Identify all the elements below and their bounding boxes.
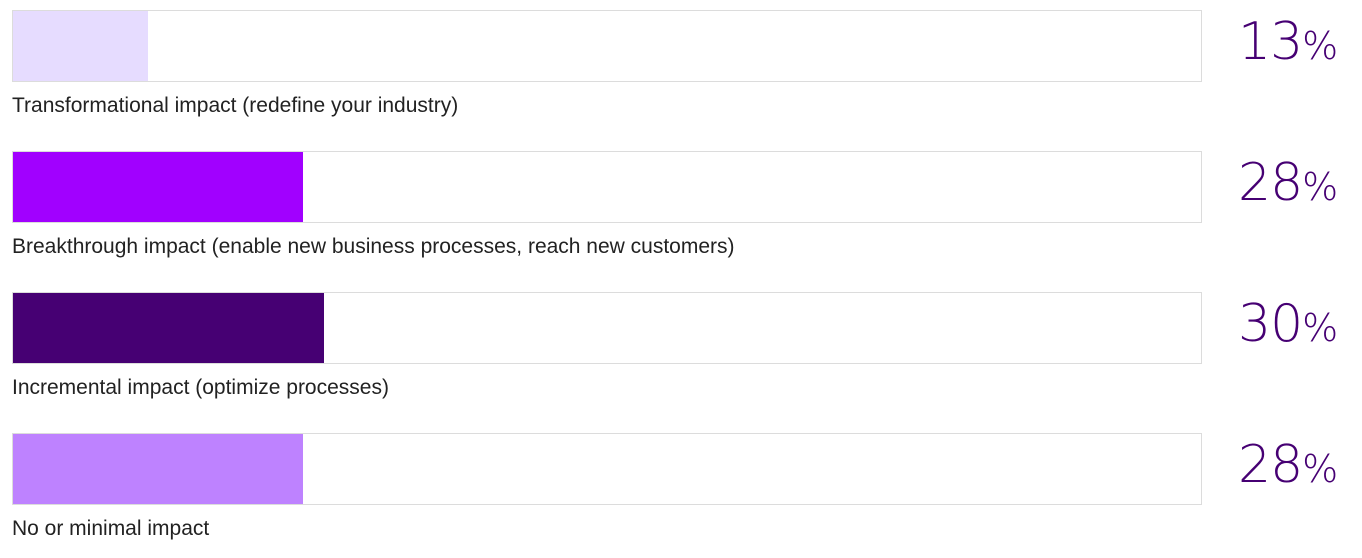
bar-fill: [13, 293, 324, 363]
bar-fill: [13, 11, 148, 81]
percent-sign: %: [1302, 306, 1339, 350]
value-number: 13: [1238, 12, 1303, 72]
bar-track: [12, 292, 1202, 364]
value-number: 30: [1238, 294, 1303, 354]
bar-fill: [13, 434, 304, 504]
bar-row: No or minimal impact 28%: [0, 423, 1362, 558]
bar-track: [12, 151, 1202, 223]
bar-track: [12, 433, 1202, 505]
bar-track: [12, 10, 1202, 82]
percent-sign: %: [1302, 24, 1339, 68]
percent-sign: %: [1302, 165, 1339, 209]
category-label: Breakthrough impact (enable new business…: [12, 235, 735, 258]
category-label: No or minimal impact: [12, 517, 210, 540]
percent-sign: %: [1302, 447, 1339, 491]
value-label: 30%: [1238, 298, 1338, 350]
category-label: Incremental impact (optimize processes): [12, 376, 389, 399]
bar-row: Transformational impact (redefine your i…: [0, 0, 1362, 135]
bar-fill: [13, 152, 304, 222]
category-label: Transformational impact (redefine your i…: [12, 94, 459, 117]
impact-bar-chart: Transformational impact (redefine your i…: [0, 0, 1362, 541]
bar-row: Breakthrough impact (enable new business…: [0, 141, 1362, 276]
value-number: 28: [1238, 153, 1303, 213]
bar-row: Incremental impact (optimize processes) 3…: [0, 282, 1362, 417]
value-label: 28%: [1238, 439, 1338, 491]
value-label: 28%: [1238, 157, 1338, 209]
value-number: 28: [1238, 435, 1303, 495]
value-label: 13%: [1238, 16, 1338, 68]
